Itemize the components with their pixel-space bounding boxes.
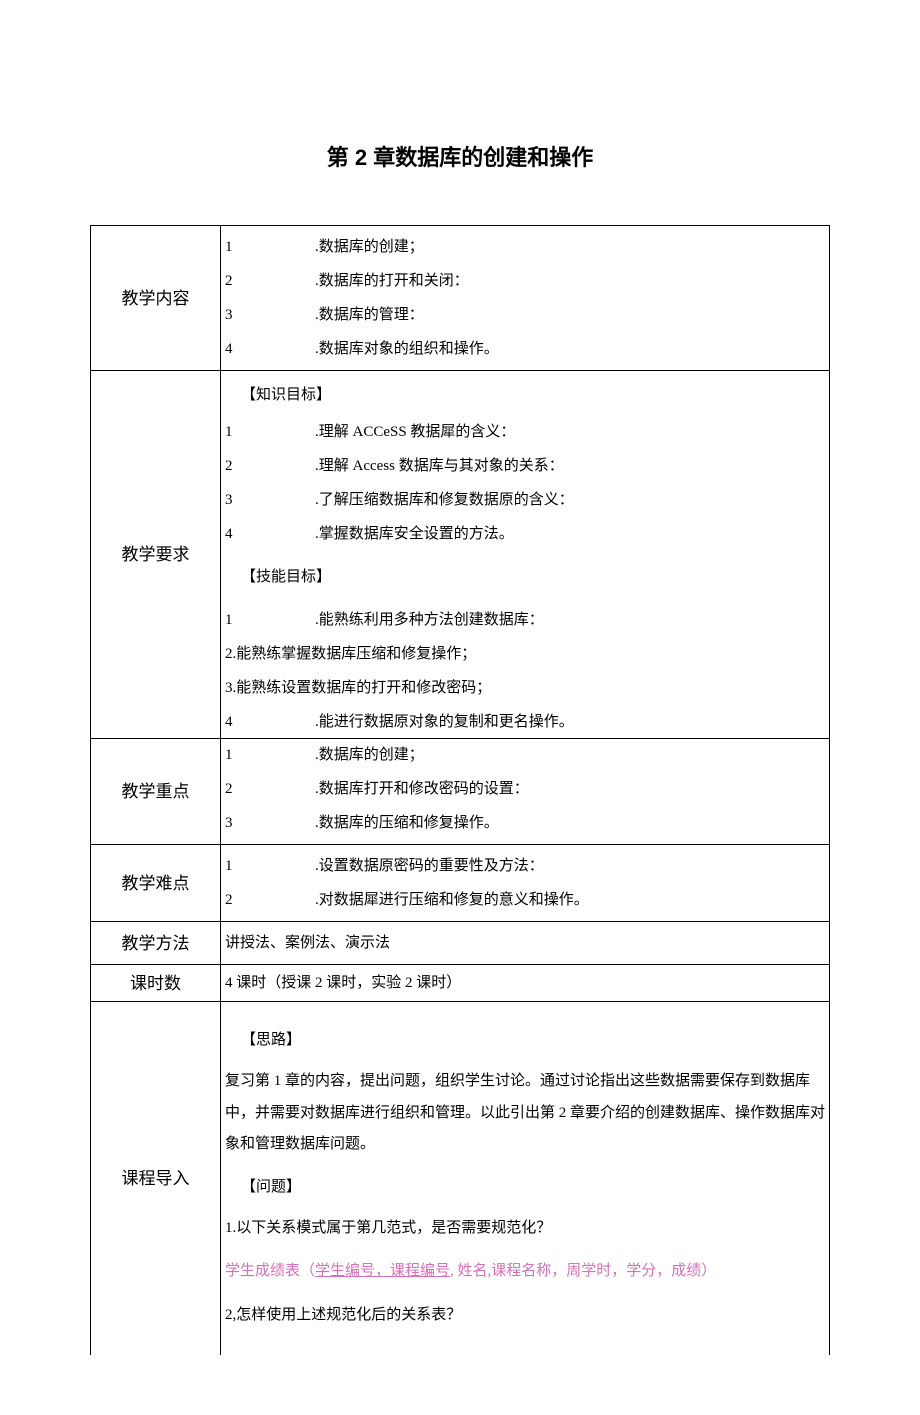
item-text: .数据库的压缩和修复操作。 [315, 811, 829, 835]
row-label-keypoints: 教学重点 [91, 739, 221, 845]
item-text: .能熟练利用多种方法创建数据库： [315, 608, 829, 632]
section-heading: 【问题】 [221, 1167, 829, 1207]
schema-prefix: 学生成绩表（ [225, 1263, 315, 1279]
item-index: 2 [225, 888, 315, 912]
item-index: 1 [225, 420, 315, 444]
table-row: 课时数 4 课时（授课 2 课时，实验 2 课时） [91, 965, 830, 1002]
list-item: 1.能熟练利用多种方法创建数据库： [221, 603, 829, 637]
item-text: .数据库的打开和关闭： [315, 269, 829, 293]
table-row: 教学要求 【知识目标】 1.理解 ACCeSS 教据犀的含义： 2.理解 Acc… [91, 371, 830, 739]
question-item: 1.以下关系模式属于第几范式，是否需要规范化？ [221, 1207, 829, 1251]
question-item: 2,怎样使用上述规范化后的关系表？ [221, 1294, 829, 1338]
item-text: .掌握数据库安全设置的方法。 [315, 522, 829, 546]
list-item: 3.数据库的管理： [221, 298, 829, 332]
list-item: 1.理解 ACCeSS 教据犀的含义： [221, 415, 829, 449]
row-content: 1.数据库的创建； 2.数据库的打开和关闭： 3.数据库的管理： 4.数据库对象… [221, 226, 830, 371]
item-index: 4 [225, 710, 315, 734]
item-text: 4 课时（授课 2 课时，实验 2 课时） [221, 969, 829, 997]
item-text: .数据库的创建； [315, 743, 829, 767]
section-heading: 【知识目标】 [221, 375, 829, 415]
row-content: 1.设置数据原密码的重要性及方法： 2.对数据犀进行压缩和修复的意义和操作。 [221, 845, 830, 922]
item-index: 1 [225, 235, 315, 259]
list-item: 3.了解压缩数据库和修复数据原的含义： [221, 483, 829, 517]
item-index: 3 [225, 811, 315, 835]
item-index: 2 [225, 777, 315, 801]
row-label-intro: 课程导入 [91, 1002, 221, 1356]
list-item: 4.掌握数据库安全设置的方法。 [221, 517, 829, 551]
item-text: .理解 ACCeSS 教据犀的含义： [315, 420, 829, 444]
row-content: 【知识目标】 1.理解 ACCeSS 教据犀的含义： 2.理解 Access 数… [221, 371, 830, 739]
table-row: 教学难点 1.设置数据原密码的重要性及方法： 2.对数据犀进行压缩和修复的意义和… [91, 845, 830, 922]
item-index: 1 [225, 608, 315, 632]
item-index: 2 [225, 454, 315, 478]
row-label-difficulties: 教学难点 [91, 845, 221, 922]
item-text: 讲授法、案例法、演示法 [221, 926, 829, 960]
row-content: 4 课时（授课 2 课时，实验 2 课时） [221, 965, 830, 1002]
item-index: 2 [225, 269, 315, 293]
item-text: .数据库对象的组织和操作。 [315, 337, 829, 361]
paragraph: 复习第 1 章的内容，提出问题，组织学生讨论。通过讨论指出这些数据需要保存到数据… [221, 1060, 829, 1167]
list-item: 2.能熟练掌握数据库压缩和修复操作； [221, 637, 829, 671]
item-text: .数据库的管理： [315, 303, 829, 327]
item-index: 1 [225, 743, 315, 767]
item-index: 4 [225, 522, 315, 546]
item-text: .理解 Access 数据库与其对象的关系： [315, 454, 829, 478]
schema-example: 学生成绩表（学生编号，课程编号, 姓名,课程名称，周学时，学分，成绩） [221, 1250, 829, 1294]
item-index: 3 [225, 303, 315, 327]
item-text: .数据库的创建； [315, 235, 829, 259]
list-item: 1.设置数据原密码的重要性及方法： [221, 849, 829, 883]
list-item: 3.能熟练设置数据库的打开和修改密码； [221, 671, 829, 705]
schema-suffix: , 姓名,课程名称，周学时，学分，成绩） [450, 1263, 716, 1279]
row-label-content: 教学内容 [91, 226, 221, 371]
table-row: 课程导入 【思路】 复习第 1 章的内容，提出问题，组织学生讨论。通过讨论指出这… [91, 1002, 830, 1356]
item-text: .数据库打开和修改密码的设置： [315, 777, 829, 801]
list-item: 3.数据库的压缩和修复操作。 [221, 806, 829, 840]
item-text: .能进行数据原对象的复制和更名操作。 [315, 710, 829, 734]
item-index: 3 [225, 488, 315, 512]
list-item: 1.数据库的创建； [221, 230, 829, 264]
list-item: 4.能进行数据原对象的复制和更名操作。 [221, 705, 829, 734]
row-content: 【思路】 复习第 1 章的内容，提出问题，组织学生讨论。通过讨论指出这些数据需要… [221, 1002, 830, 1356]
item-text: .对数据犀进行压缩和修复的意义和操作。 [315, 888, 829, 912]
table-row: 教学内容 1.数据库的创建； 2.数据库的打开和关闭： 3.数据库的管理： 4.… [91, 226, 830, 371]
section-heading: 【技能目标】 [221, 551, 829, 603]
list-item: 2.数据库打开和修改密码的设置： [221, 772, 829, 806]
list-item: 2.理解 Access 数据库与其对象的关系： [221, 449, 829, 483]
list-item: 2.数据库的打开和关闭： [221, 264, 829, 298]
list-item: 1.数据库的创建； [221, 743, 829, 772]
row-label-hours: 课时数 [91, 965, 221, 1002]
item-index: 4 [225, 337, 315, 361]
row-label-requirements: 教学要求 [91, 371, 221, 739]
section-heading: 【思路】 [221, 1020, 829, 1060]
item-index: 1 [225, 854, 315, 878]
table-row: 教学重点 1.数据库的创建； 2.数据库打开和修改密码的设置： 3.数据库的压缩… [91, 739, 830, 845]
row-content: 讲授法、案例法、演示法 [221, 922, 830, 965]
item-text: .设置数据原密码的重要性及方法： [315, 854, 829, 878]
list-item: 2.对数据犀进行压缩和修复的意义和操作。 [221, 883, 829, 917]
page-title: 第 2 章数据库的创建和操作 [90, 140, 830, 175]
table-row: 教学方法 讲授法、案例法、演示法 [91, 922, 830, 965]
lesson-plan-table: 教学内容 1.数据库的创建； 2.数据库的打开和关闭： 3.数据库的管理： 4.… [90, 225, 830, 1355]
schema-keys: 学生编号，课程编号 [315, 1263, 450, 1279]
row-label-methods: 教学方法 [91, 922, 221, 965]
list-item: 4.数据库对象的组织和操作。 [221, 332, 829, 366]
item-text: .了解压缩数据库和修复数据原的含义： [315, 488, 829, 512]
row-content: 1.数据库的创建； 2.数据库打开和修改密码的设置： 3.数据库的压缩和修复操作… [221, 739, 830, 845]
